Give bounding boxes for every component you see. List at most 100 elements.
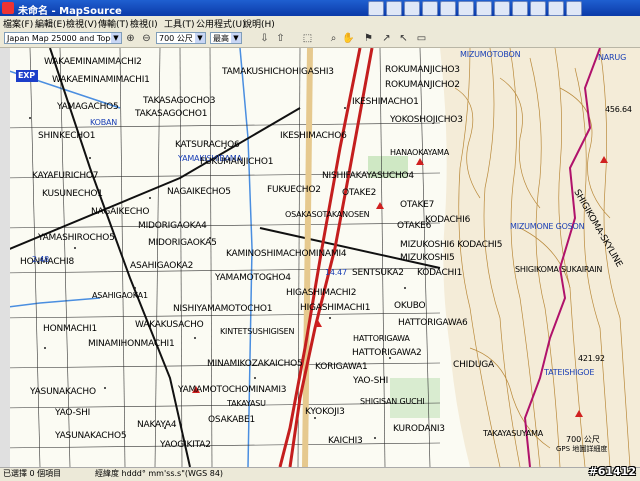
map-label: YASUNAKACHO5 xyxy=(55,431,127,441)
quick-icon-2[interactable] xyxy=(386,1,402,16)
send-to-device-icon[interactable]: ⇧ xyxy=(274,32,287,45)
map-left-strip xyxy=(0,48,10,467)
quick-launch-toolbar xyxy=(368,1,582,16)
menu-view[interactable]: 檢視(V) xyxy=(66,17,97,30)
map-label: OTAKE2 xyxy=(342,188,377,198)
quick-icon-11[interactable] xyxy=(548,1,564,16)
map-label: KURODANI3 xyxy=(393,424,445,434)
zoom-in-icon[interactable]: ⊕ xyxy=(124,32,137,45)
map-label: YAO-SHI xyxy=(55,408,91,418)
map-label: TAKASAGOCHO3 xyxy=(143,96,216,106)
status-coords: 經緯度 hddd° mm'ss.s"(WGS 84) xyxy=(95,469,224,478)
menu-bar: 檔案(F) 編輯(E) 檢視(V) 傳輸(T) 檢視(I) 工具(T) 公用程式… xyxy=(0,16,640,31)
map-label: KORIGAWA1 xyxy=(315,362,368,372)
map-label: TAKAYASU xyxy=(227,399,266,408)
quick-icon-4[interactable] xyxy=(422,1,438,16)
map-label: SHINKECHO1 xyxy=(38,131,96,141)
map-label: YAMAGACHO5 xyxy=(57,102,119,112)
app-icon xyxy=(2,2,14,14)
map-label: YOKOSHOJICHO3 xyxy=(390,115,463,125)
map-label: ROKUMANJICHO2 xyxy=(385,80,460,90)
zoom-tool-icon[interactable]: ⌕ xyxy=(327,32,340,45)
map-label: SHIGISAN GUCHI xyxy=(360,397,425,406)
menu-edit[interactable]: 編輯(E) xyxy=(35,17,66,30)
map-label: ROKUMANJICHO3 xyxy=(385,65,460,75)
menu-utilities[interactable]: 公用程式(U) xyxy=(196,17,246,30)
map-label: WAKAEMINAMIMACHI2 xyxy=(44,57,142,67)
pointer-tool-icon[interactable]: ↖ xyxy=(397,32,410,45)
map-label: HIGASHIMACHI2 xyxy=(286,288,357,298)
map-label: KAICHI3 xyxy=(328,436,363,446)
menu-file[interactable]: 檔案(F) xyxy=(3,17,33,30)
map-label: TAKAYASUYAMA xyxy=(483,429,544,438)
map-label: YASUNAKACHO xyxy=(30,387,96,397)
map-label: KOBAN xyxy=(90,118,118,127)
quick-icon-12[interactable] xyxy=(566,1,582,16)
toolbar: Japan Map 25000 and Topo v1 ▼ ⊕ ⊖ 700 公尺… xyxy=(0,30,640,48)
elevation-label: 14.47 xyxy=(325,268,347,277)
product-select[interactable]: Japan Map 25000 and Topo v1 ▼ xyxy=(4,32,122,44)
map-label: CHIDUGA xyxy=(453,360,494,370)
map-label: MINAMIKOZAKAICHO5 xyxy=(207,359,303,369)
zoom-out-icon[interactable]: ⊖ xyxy=(140,32,153,45)
select-tool-icon[interactable]: ⬚ xyxy=(301,32,314,45)
zoom-select[interactable]: 700 公尺 ▼ xyxy=(156,32,206,44)
map-label: TAMAKUSHICHOHIGASHI3 xyxy=(222,67,334,77)
detail-select[interactable]: 最高 ▼ xyxy=(210,32,242,44)
quick-icon-8[interactable] xyxy=(494,1,510,16)
title-bar: 未命名 - MapSource xyxy=(0,0,640,17)
map-label: HONMACHI1 xyxy=(43,324,97,334)
receive-from-device-icon[interactable]: ⇩ xyxy=(258,32,271,45)
map-label: OKUBO xyxy=(394,301,426,311)
map-label: NAGAIKECHO xyxy=(91,207,150,217)
map-label: MIDORIGAOKA4 xyxy=(138,221,207,231)
map-label: IKESHIMACHO6 xyxy=(280,131,347,141)
map-label: YAMAMOTOCHOMINAMI3 xyxy=(178,385,287,395)
quick-icon-3[interactable] xyxy=(404,1,420,16)
hand-tool-icon[interactable]: ✋ xyxy=(342,32,355,45)
watermark: #61412 xyxy=(588,465,637,478)
map-label: KAMINOSHIMACHOMINAMI4 xyxy=(226,249,347,259)
map-label: MIZUKOSHI6 KODACHI5 xyxy=(400,240,503,250)
menu-transfer[interactable]: 傳輸(T) xyxy=(98,17,129,30)
map-label: ASAHIGAOKA2 xyxy=(130,261,194,271)
map-label: HANAOKAYAMA xyxy=(390,148,449,157)
map-label: KODACHI6 xyxy=(425,215,471,225)
product-select-value: Japan Map 25000 and Topo v1 xyxy=(7,34,122,43)
quick-icon-7[interactable] xyxy=(476,1,492,16)
map-label: MIZUMONE GOSON xyxy=(510,222,585,231)
distance-tool-icon[interactable]: ▭ xyxy=(415,32,428,45)
gps-note: GPS 地圖詳細度 xyxy=(556,445,608,453)
map-label: IKESHIMACHO1 xyxy=(352,97,419,107)
map-view[interactable]: EXP WAKAEMINAMIMACHI2 TAMAKUSHICHOHIGASH… xyxy=(0,48,640,467)
map-label: SENTSUKA2 xyxy=(352,268,404,278)
map-label: WAKAEMINAMIMACHI1 xyxy=(52,75,150,85)
route-tool-icon[interactable]: ↗ xyxy=(380,32,393,45)
map-label: WAKAKUSACHO xyxy=(135,320,204,330)
map-label: OSAKASOTAKANOSEN xyxy=(285,210,370,219)
quick-icon-5[interactable] xyxy=(440,1,456,16)
zoom-select-value: 700 公尺 xyxy=(159,34,193,43)
quick-icon-1[interactable] xyxy=(368,1,384,16)
menu-view2[interactable]: 檢視(I) xyxy=(130,17,158,30)
map-label: KATSURACHO6 xyxy=(175,140,240,150)
map-label: KAYAFURICHO7 xyxy=(32,171,99,181)
status-bar: 已選擇 0 個項目 經緯度 hddd° mm'ss.s"(WGS 84) xyxy=(0,467,640,481)
quick-icon-10[interactable] xyxy=(530,1,546,16)
chevron-down-icon: ▼ xyxy=(111,33,121,43)
quick-icon-9[interactable] xyxy=(512,1,528,16)
map-label: OTAKE7 xyxy=(400,200,435,210)
detail-select-value: 最高 xyxy=(213,34,229,43)
map-label: MIZUMOTOBON xyxy=(460,50,521,59)
map-label: MIDORIGAOKA5 xyxy=(148,238,217,248)
map-label: NAGAIKECHO5 xyxy=(167,187,231,197)
menu-help[interactable]: 說明(H) xyxy=(243,17,275,30)
map-label: HATTORIGAWA xyxy=(353,334,410,343)
quick-icon-6[interactable] xyxy=(458,1,474,16)
map-label: KODACHI1 xyxy=(417,268,463,278)
menu-tools[interactable]: 工具(T) xyxy=(164,17,195,30)
status-selection: 已選擇 0 個項目 xyxy=(3,469,62,478)
map-label: MINAMIHONMACHI1 xyxy=(88,339,175,349)
waypoint-tool-icon[interactable]: ⚑ xyxy=(362,32,375,45)
map-label: FUKUMANJICHO1 xyxy=(200,157,274,167)
